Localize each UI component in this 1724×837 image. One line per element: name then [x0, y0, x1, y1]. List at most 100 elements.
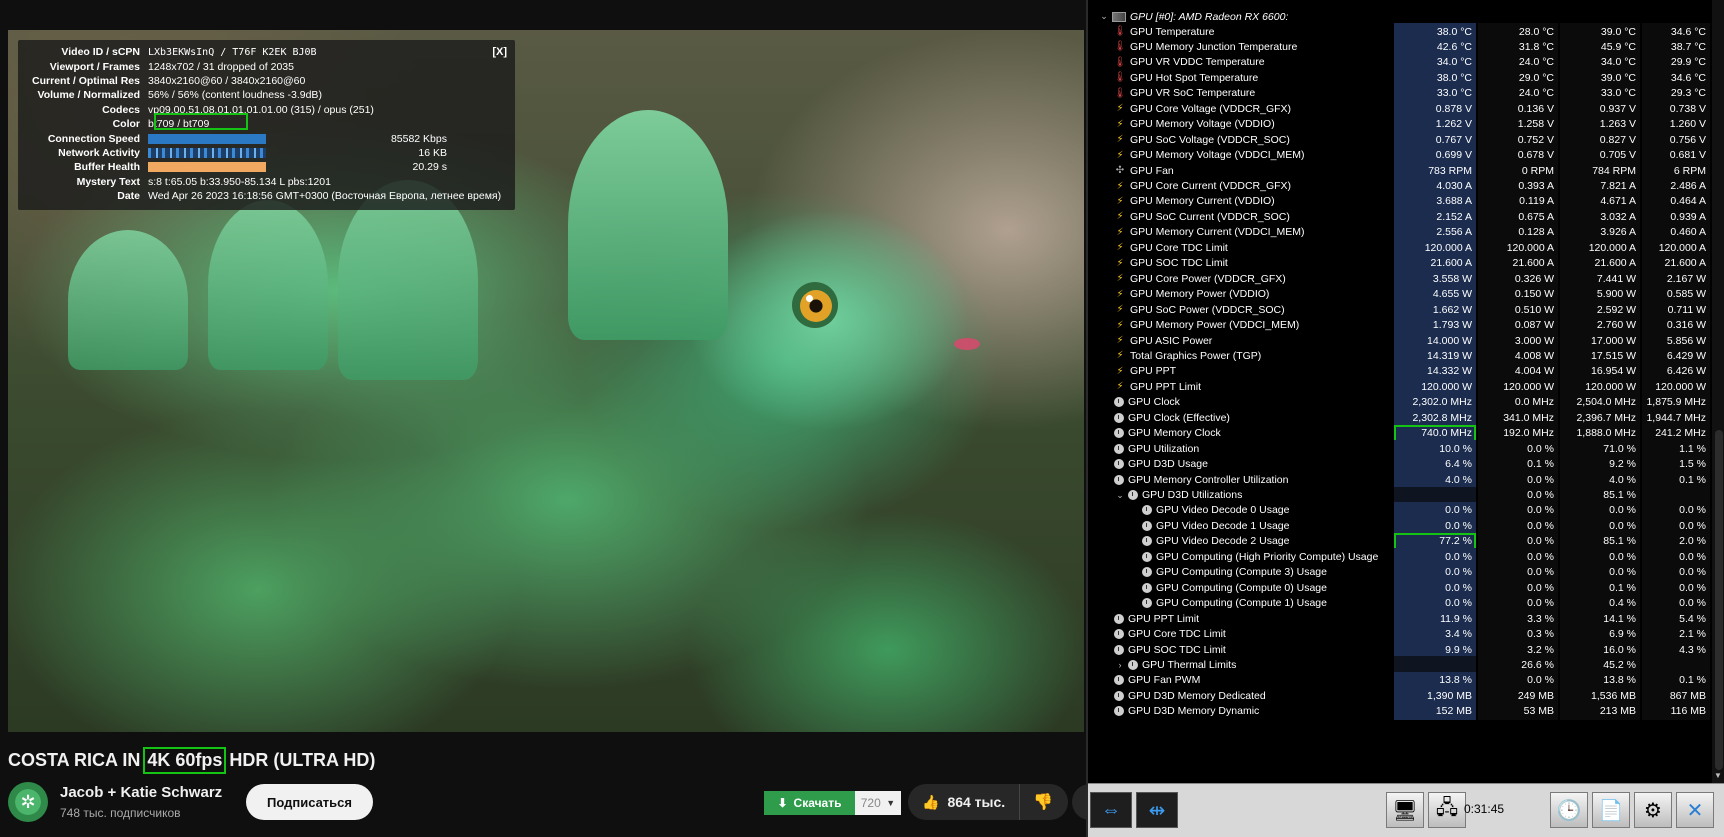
chevron-right-icon[interactable]: › — [1114, 660, 1126, 670]
subscribe-button[interactable]: Подписаться — [246, 784, 373, 820]
sensor-row[interactable]: GPU PPT Limit 11.9 % 3.3 % 14.1 % 5.4 % — [1088, 610, 1712, 628]
sensor-row[interactable]: GPU D3D Usage 6.4 % 0.1 % 9.2 % 1.5 % — [1088, 455, 1712, 473]
sensor-table[interactable]: ⌄ GPU [#0]: AMD Radeon RX 6600: GPU Temp… — [1088, 0, 1712, 783]
dislike-button[interactable]: 👎 — [1020, 792, 1066, 812]
sensor-value-min: 0.678 V — [1478, 146, 1558, 164]
sensor-value-avg: 0.1 % — [1642, 471, 1710, 489]
chevron-down-icon[interactable]: ⌄ — [1098, 11, 1110, 22]
sensor-name-cell: GPU VR VDDC Temperature — [1088, 54, 1392, 71]
gauge-icon — [1114, 690, 1124, 701]
sensor-value-avg: 5.856 W — [1642, 332, 1710, 349]
sensor-row[interactable]: ⚡ GPU Memory Current (VDDIO) 3.688 A 0.119 … — [1088, 192, 1712, 210]
sensor-name-cell: GPU D3D Memory Dedicated — [1088, 687, 1392, 704]
stat-value: 20.29 s — [148, 161, 507, 173]
scroll-down-arrow-icon[interactable]: ▼ — [1714, 771, 1722, 780]
sensor-row[interactable]: GPU Fan PWM 13.8 % 0.0 % 13.8 % 0.1 % — [1088, 671, 1712, 689]
close-button[interactable]: ✕ — [1676, 792, 1714, 828]
stat-label: Color — [112, 118, 140, 131]
network-button[interactable]: 🖧 — [1428, 792, 1466, 828]
sensor-name-cell: ✣ GPU Fan — [1088, 162, 1392, 179]
sensor-row[interactable]: GPU Memory Junction Temperature 42.6 °C31… — [1088, 38, 1712, 56]
sensor-row[interactable]: ⚡ GPU Core TDC Limit 120.000 A 120.000 A 120… — [1088, 239, 1712, 257]
stats-close-button[interactable]: [X] — [492, 46, 507, 58]
sensor-row[interactable]: GPU Temperature 38.0 °C28.0 °C39.0 °C34.6… — [1088, 23, 1712, 40]
sensor-row[interactable]: GPU Clock 2,302.0 MHz 0.0 MHz 2,504.0 MHz 1,… — [1088, 393, 1712, 411]
sensor-value-max: 39.0 °C — [1560, 23, 1640, 40]
sensor-name-cell: GPU Computing (Compute 0) Usage — [1088, 579, 1392, 596]
sensor-row[interactable]: ⚡ Total Graphics Power (TGP) 14.319 W 4.008… — [1088, 347, 1712, 365]
channel-subscriber-count: 748 тыс. подписчиков — [60, 806, 181, 820]
monitor-button[interactable]: 🖥 — [1386, 792, 1424, 828]
sensor-row[interactable]: ⚡ GPU SoC Current (VDDCR_SOC) 2.152 A 0.675… — [1088, 208, 1712, 226]
sensor-row[interactable]: ✣ GPU Fan 783 RPM 0 RPM 784 RPM 6 RPM — [1088, 162, 1712, 180]
sensor-row[interactable]: GPU VR VDDC Temperature 34.0 °C24.0 °C34.… — [1088, 53, 1712, 71]
sensor-row[interactable]: GPU Memory Controller Utilization 4.0 % 0.… — [1088, 471, 1712, 489]
sensor-row[interactable]: GPU Clock (Effective) 2,302.8 MHz 341.0 MH… — [1088, 409, 1712, 427]
sensor-name-cell: GPU D3D Memory Dynamic — [1088, 703, 1392, 720]
sensor-row[interactable]: ⚡ GPU SOC TDC Limit 21.600 A 21.600 A 21.600… — [1088, 254, 1712, 272]
channel-avatar[interactable]: ✲ — [8, 782, 48, 822]
sensor-row[interactable]: GPU VR SoC Temperature 33.0 °C24.0 °C33.0… — [1088, 84, 1712, 102]
clock-button[interactable]: 🕒 — [1550, 792, 1588, 828]
stat-row: Mystery Text s:8 t:65.05 b:33.950-85.134 … — [26, 175, 507, 189]
sensor-row[interactable]: GPU Core TDC Limit 3.4 % 0.3 % 6.9 % 2.1 % — [1088, 625, 1712, 643]
sensor-row[interactable]: GPU Hot Spot Temperature 38.0 °C29.0 °C39… — [1088, 69, 1712, 87]
log-button[interactable]: 📄 — [1592, 792, 1630, 828]
channel-name[interactable]: Jacob + Katie Schwarz — [60, 784, 222, 801]
like-button[interactable]: 👍 864 тыс. — [908, 784, 1020, 820]
sensor-row[interactable]: ⚡ GPU Memory Voltage (VDDCI_MEM) 0.699 V 0.… — [1088, 146, 1712, 164]
sensor-row[interactable]: GPU D3D Memory Dedicated 1,390 MB 249 MB 1,… — [1088, 687, 1712, 705]
sensor-row[interactable]: ⚡ GPU Core Voltage (VDDCR_GFX) 0.878 V 0.13… — [1088, 100, 1712, 118]
sensor-row[interactable]: GPU Video Decode 1 Usage 0.0 % 0.0 % 0.0 % 0… — [1088, 517, 1712, 535]
sensor-row[interactable]: ⚡ GPU Core Current (VDDCR_GFX) 4.030 A 0.39… — [1088, 177, 1712, 195]
lightning-icon: ⚡ — [1116, 365, 1124, 377]
sensor-row[interactable]: › GPU Thermal Limits 26.6 % 45.2 % — [1088, 656, 1712, 674]
sensor-row[interactable]: GPU Computing (Compute 0) Usage 0.0 % 0.0 … — [1088, 579, 1712, 597]
download-button[interactable]: ⬇ Скачать — [764, 791, 855, 815]
sensor-row[interactable]: ⚡ GPU ASIC Power 14.000 W 3.000 W 17.000 W 5.… — [1088, 332, 1712, 349]
sensor-value-avg: 6 RPM — [1642, 162, 1710, 180]
sensor-row[interactable]: GPU Computing (Compute 3) Usage 0.0 % 0.0 … — [1088, 563, 1712, 581]
sensor-value-max: 2.760 W — [1560, 316, 1640, 334]
sensor-row[interactable]: ⚡ GPU SoC Power (VDDCR_SOC) 1.662 W 0.510 W… — [1088, 301, 1712, 319]
sensor-value-cur: 2,302.0 MHz — [1394, 393, 1476, 411]
sensor-value-min: 0.3 % — [1478, 625, 1558, 643]
sensor-value-min: 0.0 % — [1478, 517, 1558, 535]
sensor-row[interactable]: ⚡ GPU Memory Voltage (VDDIO) 1.262 V 1.258 … — [1088, 115, 1712, 133]
collapse-arrows-button[interactable]: ⇹ — [1136, 792, 1178, 828]
sensor-value-min: 31.8 °C — [1478, 38, 1558, 56]
sensor-value-max: 34.0 °C — [1560, 53, 1640, 71]
sensor-row[interactable]: ⚡ GPU Core Power (VDDCR_GFX) 3.558 W 0.326 … — [1088, 270, 1712, 288]
expand-arrows-button[interactable]: ⇔ — [1090, 792, 1132, 828]
sensor-row[interactable]: ⚡ GPU Memory Current (VDDCI_MEM) 2.556 A 0.… — [1088, 223, 1712, 241]
sensor-row[interactable]: GPU Video Decode 0 Usage 0.0 % 0.0 % 0.0 % 0… — [1088, 501, 1712, 519]
sensor-value-max: 45.2 % — [1560, 656, 1640, 674]
sensor-scrollbar[interactable]: ▼ — [1712, 0, 1724, 783]
stat-bar-value: 85582 Kbps — [390, 132, 447, 145]
sensor-row[interactable]: ⚡ GPU SoC Voltage (VDDCR_SOC) 0.767 V 0.752… — [1088, 131, 1712, 149]
chevron-down-icon[interactable]: ⌄ — [1114, 490, 1126, 501]
scroll-thumb[interactable] — [1715, 430, 1723, 770]
sensor-row[interactable]: GPU SOC TDC Limit 9.9 % 3.2 % 16.0 % 4.3 % — [1088, 641, 1712, 658]
sensor-row[interactable]: GPU Video Decode 2 Usage 77.2 % 0.0 % 85.1 … — [1088, 532, 1712, 550]
sensor-row[interactable]: ⚡ GPU Memory Power (VDDCI_MEM) 1.793 W 0.08… — [1088, 316, 1712, 334]
quality-select[interactable]: 720 ▼ — [855, 791, 901, 815]
sensor-value-cur — [1394, 486, 1476, 504]
sensor-value-avg: 6.426 W — [1642, 362, 1710, 380]
sensor-row[interactable]: GPU Utilization 10.0 % 0.0 % 71.0 % 1.1 % — [1088, 440, 1712, 458]
sensor-value-min: 0.128 A — [1478, 223, 1558, 241]
sensor-row[interactable]: ⌄ GPU D3D Utilizations 0.0 % 85.1 % — [1088, 486, 1712, 504]
quality-value: 720 — [860, 796, 881, 810]
sensor-row[interactable]: ⚡ GPU PPT 14.332 W 4.004 W 16.954 W 6.426 W — [1088, 362, 1712, 380]
sensor-row[interactable]: ⚡ GPU Memory Power (VDDIO) 4.655 W 0.150 W5… — [1088, 285, 1712, 303]
sensor-row[interactable]: GPU Computing (High Priority Compute) Us… — [1088, 548, 1712, 566]
stat-value[interactable]: LXb3EKWsInQ / T76F K2EK BJ0B — [148, 47, 507, 58]
settings-button[interactable]: ⚙ — [1634, 792, 1672, 828]
sensor-row[interactable]: GPU Memory Clock 740.0 MHz 192.0 MHz 1,888.… — [1088, 424, 1712, 442]
sensor-name: GPU D3D Memory Dynamic — [1128, 705, 1260, 718]
sensor-row[interactable]: ⚡ GPU PPT Limit 120.000 W 120.000 W 120.000 … — [1088, 378, 1712, 396]
sensor-value-avg: 2.486 A — [1642, 177, 1710, 195]
sensor-row[interactable]: GPU D3D Memory Dynamic 152 MB 53 MB 213 MB 1… — [1088, 702, 1712, 720]
sensor-value-avg: 120.000 W — [1642, 378, 1710, 396]
sensor-row[interactable]: GPU Computing (Compute 1) Usage 0.0 % 0.0 … — [1088, 594, 1712, 612]
